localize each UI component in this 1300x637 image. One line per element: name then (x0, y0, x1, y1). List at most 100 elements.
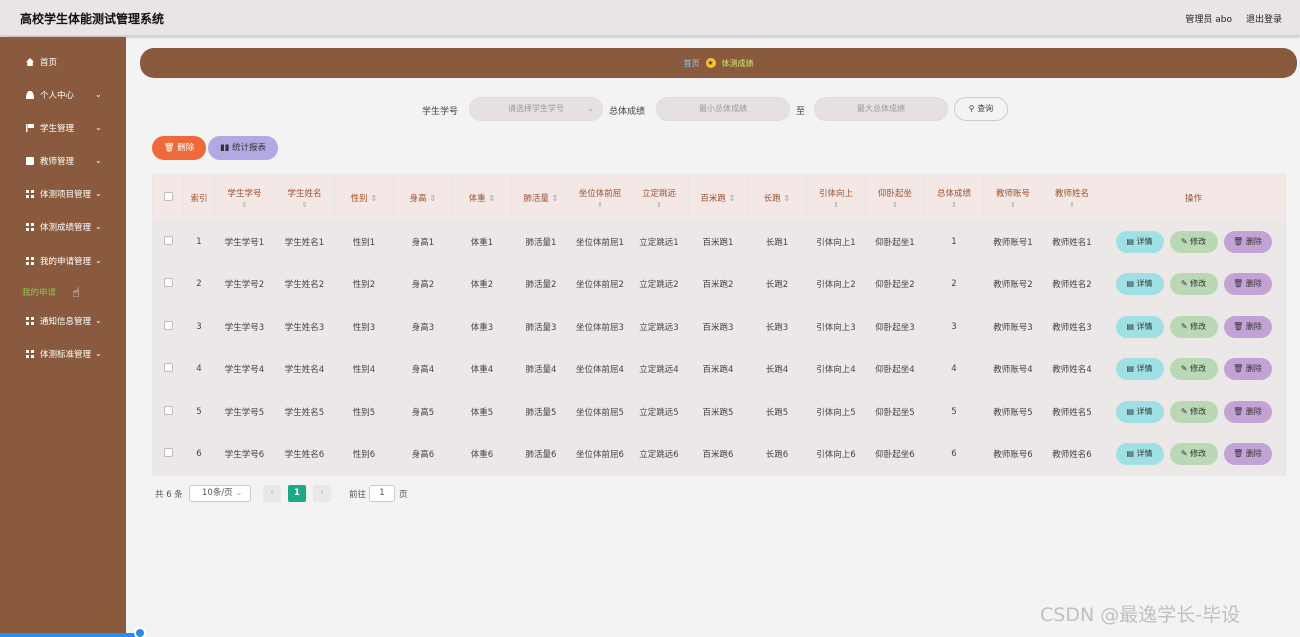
sort-icon[interactable]: ⇕ (552, 194, 559, 204)
sort-icon[interactable]: ⇕ (925, 201, 983, 209)
row-checkbox[interactable] (163, 405, 173, 415)
sort-icon[interactable]: ⇕ (630, 201, 688, 209)
sidebar-item-my-applications[interactable]: 我的申请管理 ⌄ (0, 250, 126, 272)
detail-button[interactable]: ▤ 详情 (1115, 358, 1164, 381)
sort-icon[interactable]: ⇕ (1043, 201, 1101, 209)
sidebar-item-teachers[interactable]: 教师管理 ⌄ (0, 150, 126, 172)
column-header[interactable]: 学生姓名 ⇕ (274, 174, 335, 221)
sidebar-item-notices[interactable]: 通知信息管理 ⌄ (0, 310, 126, 332)
table-cell: 体重6 (452, 432, 512, 476)
sort-icon[interactable]: ⇕ (488, 194, 495, 204)
sidebar-item-standards[interactable]: 体测标准管理 ⌄ (0, 343, 126, 365)
edit-icon: ✎ (1180, 449, 1191, 459)
row-checkbox[interactable] (163, 320, 173, 330)
column-header[interactable]: 教师姓名 ⇕ (1042, 174, 1102, 221)
sort-icon[interactable]: ⇕ (866, 201, 924, 209)
column-header[interactable]: 身高 ⇕ (393, 174, 453, 221)
table-cell: 长跑2 (747, 262, 807, 306)
sort-icon[interactable]: ⇕ (807, 201, 865, 209)
min-score-input[interactable]: 最小总体成绩 (656, 97, 790, 121)
progress-handle[interactable] (134, 627, 146, 637)
row-checkbox[interactable] (163, 448, 173, 458)
column-header[interactable]: 百米跑 ⇕ (688, 174, 748, 221)
table-cell: 长跑4 (747, 347, 807, 391)
breadcrumb-home[interactable]: 首页 (684, 58, 700, 69)
sidebar-item-test-scores[interactable]: 体测成绩管理 ⌄ (0, 216, 126, 238)
logout-link[interactable]: 退出登录 (1246, 12, 1282, 25)
table-cell: 体重1 (452, 220, 512, 264)
detail-icon: ▤ (1126, 364, 1137, 374)
detail-button[interactable]: ▤ 详情 (1115, 273, 1164, 296)
goto-page-input[interactable]: 1 (369, 485, 395, 502)
delete-button[interactable]: 🗑 删除 (1223, 273, 1272, 296)
detail-button[interactable]: ▤ 详情 (1115, 230, 1164, 253)
delete-button[interactable]: 🗑 删除 (1223, 315, 1272, 338)
column-header[interactable]: 学生学号 ⇕ (214, 174, 275, 221)
row-actions: ▤ 详情 ✎ 修改 🗑 删除 (1101, 390, 1286, 434)
edit-button[interactable]: ✎ 修改 (1169, 358, 1218, 381)
current-user[interactable]: 管理员 abo (1185, 12, 1232, 25)
table-cell: 长跑6 (747, 432, 807, 476)
sidebar-item-home[interactable]: 首页 (0, 51, 126, 73)
column-header[interactable]: 体重 ⇕ (452, 174, 512, 221)
delete-button[interactable]: 🗑 删除 (1223, 358, 1272, 381)
detail-button[interactable]: ▤ 详情 (1115, 315, 1164, 338)
column-header[interactable]: 总体成绩 ⇕ (924, 174, 984, 221)
sort-icon[interactable]: ⇕ (571, 201, 629, 209)
edit-button[interactable]: ✎ 修改 (1169, 230, 1218, 253)
table-row: 5 学生学号5 学生姓名5 性别5 身高5 体重5 肺活量5 坐位体前屈5 立定跳远5 百米跑5 长… (152, 390, 1286, 434)
table-cell: 4 (924, 347, 984, 391)
sort-icon[interactable]: ⇕ (370, 194, 377, 204)
prev-page-button[interactable]: ‹ (263, 485, 281, 502)
row-select-cell (152, 432, 184, 476)
query-button[interactable]: ⚲ 查询 (954, 97, 1008, 121)
sort-icon[interactable]: ⇕ (984, 201, 1042, 209)
row-checkbox[interactable] (163, 235, 173, 245)
column-header[interactable]: 坐位体前屈 ⇕ (570, 174, 630, 221)
sort-icon[interactable]: ⇕ (729, 194, 736, 204)
edit-button[interactable]: ✎ 修改 (1169, 400, 1218, 423)
student-id-select[interactable]: 请选择学生学号 ⌄ (469, 97, 603, 121)
edit-button[interactable]: ✎ 修改 (1169, 315, 1218, 338)
column-header[interactable]: 立定跳远 ⇕ (629, 174, 689, 221)
page-number-current[interactable]: 1 (288, 485, 306, 502)
sidebar-item-students[interactable]: 学生管理 ⌄ (0, 117, 126, 139)
table-cell: 2 (183, 262, 215, 306)
page-size-select[interactable]: 10条/页 ⌄ (189, 485, 251, 502)
sidebar-item-profile[interactable]: 个人中心 ⌄ (0, 84, 126, 106)
sort-icon[interactable]: ⇕ (783, 194, 790, 204)
delete-button[interactable]: 🗑 删除 (1223, 400, 1272, 423)
delete-button[interactable]: 🗑 删除 (1223, 443, 1272, 466)
detail-button[interactable]: ▤ 详情 (1115, 443, 1164, 466)
table-cell: 立定跳远4 (629, 347, 689, 391)
column-header[interactable]: 教师账号 ⇕ (983, 174, 1043, 221)
row-checkbox[interactable] (163, 278, 173, 288)
sort-icon[interactable]: ⇕ (215, 201, 274, 209)
delete-button[interactable]: 🗑 删除 (1223, 230, 1272, 253)
edit-button[interactable]: ✎ 修改 (1169, 273, 1218, 296)
sort-icon[interactable]: ⇕ (275, 201, 334, 209)
edit-button[interactable]: ✎ 修改 (1169, 443, 1218, 466)
next-page-button[interactable]: › (313, 485, 331, 502)
sidebar-item-test-items[interactable]: 体测项目管理 ⌄ (0, 183, 126, 205)
column-header[interactable]: 仰卧起坐 ⇕ (865, 174, 925, 221)
sort-icon[interactable]: ⇕ (429, 194, 436, 204)
column-header[interactable]: 长跑 ⇕ (747, 174, 807, 221)
stats-report-button[interactable]: ▮▮ 统计报表 (208, 136, 278, 160)
table-cell: 体重2 (452, 262, 512, 306)
column-header[interactable]: 性别 ⇕ (334, 174, 394, 221)
sidebar-subitem-my-application[interactable]: 我的申请 (22, 286, 56, 298)
detail-button[interactable]: ▤ 详情 (1115, 400, 1164, 423)
select-all-checkbox[interactable] (163, 191, 173, 201)
column-header[interactable]: 肺活量 ⇕ (511, 174, 571, 221)
row-checkbox[interactable] (163, 363, 173, 373)
table-cell: 肺活量6 (511, 432, 571, 476)
max-score-input[interactable]: 最大总体成绩 (814, 97, 948, 121)
batch-delete-button[interactable]: 🗑 删除 (152, 136, 206, 160)
chevron-down-icon: ⌄ (95, 90, 102, 99)
bar-chart-icon: ▮▮ (219, 143, 233, 153)
row-select-cell (152, 220, 184, 264)
chevron-down-icon: ⌄ (95, 189, 102, 198)
detail-label: 详情 (1136, 449, 1153, 459)
column-header[interactable]: 引体向上 ⇕ (806, 174, 866, 221)
